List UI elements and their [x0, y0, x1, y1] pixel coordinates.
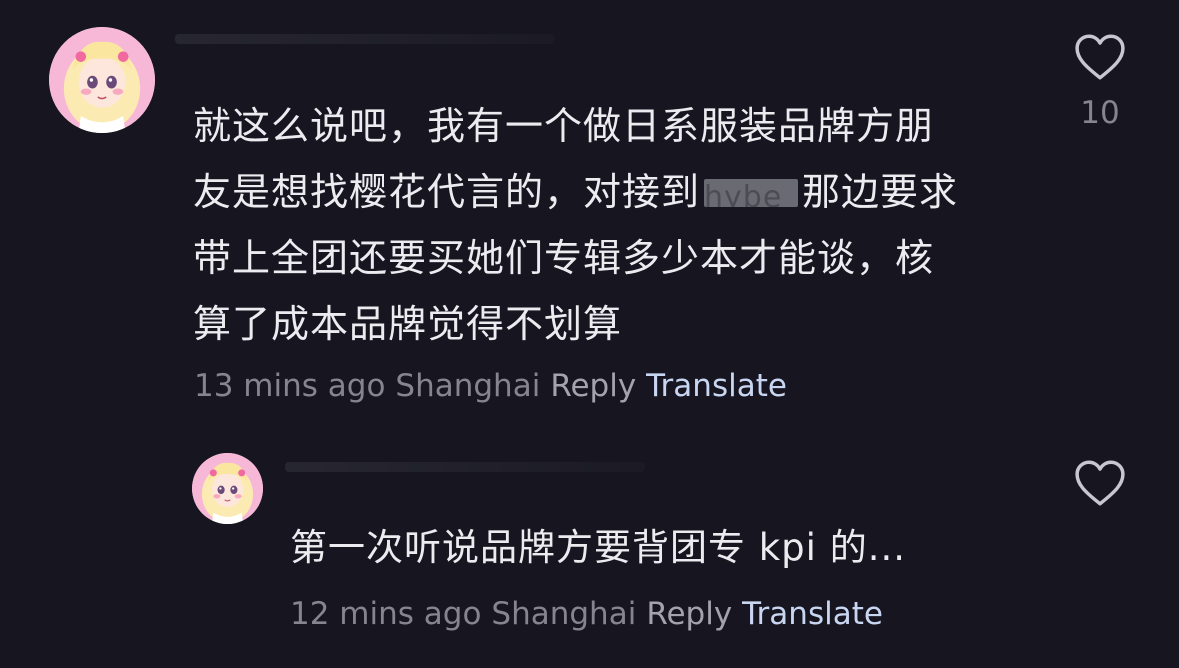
reply-button[interactable]: Reply [550, 368, 636, 404]
comment-line-part: 友是想找樱花代言的，对接到 [193, 170, 701, 214]
like-button[interactable]: 10 [1072, 33, 1128, 131]
anime-girl-avatar-icon [49, 27, 155, 133]
comment-meta: 12 mins ago Shanghai Reply Translate [290, 596, 883, 632]
comment-text: 第一次听说品牌方要背团专 kpi 的... [290, 520, 906, 576]
like-button[interactable] [1072, 459, 1128, 507]
comment-text: 就这么说吧，我有一个做日系服装品牌方朋 友是想找樱花代言的，对接到 hybe 那边要… [193, 93, 958, 357]
comment-line: 第一次听说品牌方要背团专 kpi 的... [290, 526, 906, 569]
avatar[interactable] [49, 27, 155, 133]
reply-button[interactable]: Reply [646, 596, 732, 632]
location: Shanghai [395, 368, 541, 404]
username-masked [285, 462, 645, 472]
location: Shanghai [491, 596, 637, 632]
comment-line: 友是想找樱花代言的，对接到 hybe 那边要求 [193, 159, 958, 225]
heart-outline-icon [1075, 34, 1125, 80]
comment-item: 就这么说吧，我有一个做日系服装品牌方朋 友是想找樱花代言的，对接到 hybe 那边要… [0, 0, 1179, 440]
timestamp: 13 mins ago [194, 368, 386, 404]
comment-line: 带上全团还要买她们专辑多少本才能谈，核 [193, 236, 935, 280]
comment-line-part: 那边要求 [802, 170, 959, 214]
comment-line: 算了成本品牌觉得不划算 [193, 302, 623, 346]
avatar[interactable] [192, 453, 263, 524]
comment-meta: 13 mins ago Shanghai Reply Translate [194, 368, 787, 404]
like-count: 10 [1080, 95, 1120, 131]
heart-outline-icon [1075, 460, 1125, 506]
translate-button[interactable]: Translate [742, 596, 883, 632]
redacted-word: hybe [704, 179, 799, 207]
anime-girl-avatar-icon [192, 453, 263, 524]
comment-line: 就这么说吧，我有一个做日系服装品牌方朋 [193, 104, 935, 148]
redacted-word-text: hybe [704, 180, 783, 207]
translate-button[interactable]: Translate [646, 368, 787, 404]
timestamp: 12 mins ago [290, 596, 482, 632]
username-masked [175, 34, 555, 44]
reply-comment-item: 第一次听说品牌方要背团专 kpi 的... 12 mins ago Shangha… [0, 440, 1179, 668]
